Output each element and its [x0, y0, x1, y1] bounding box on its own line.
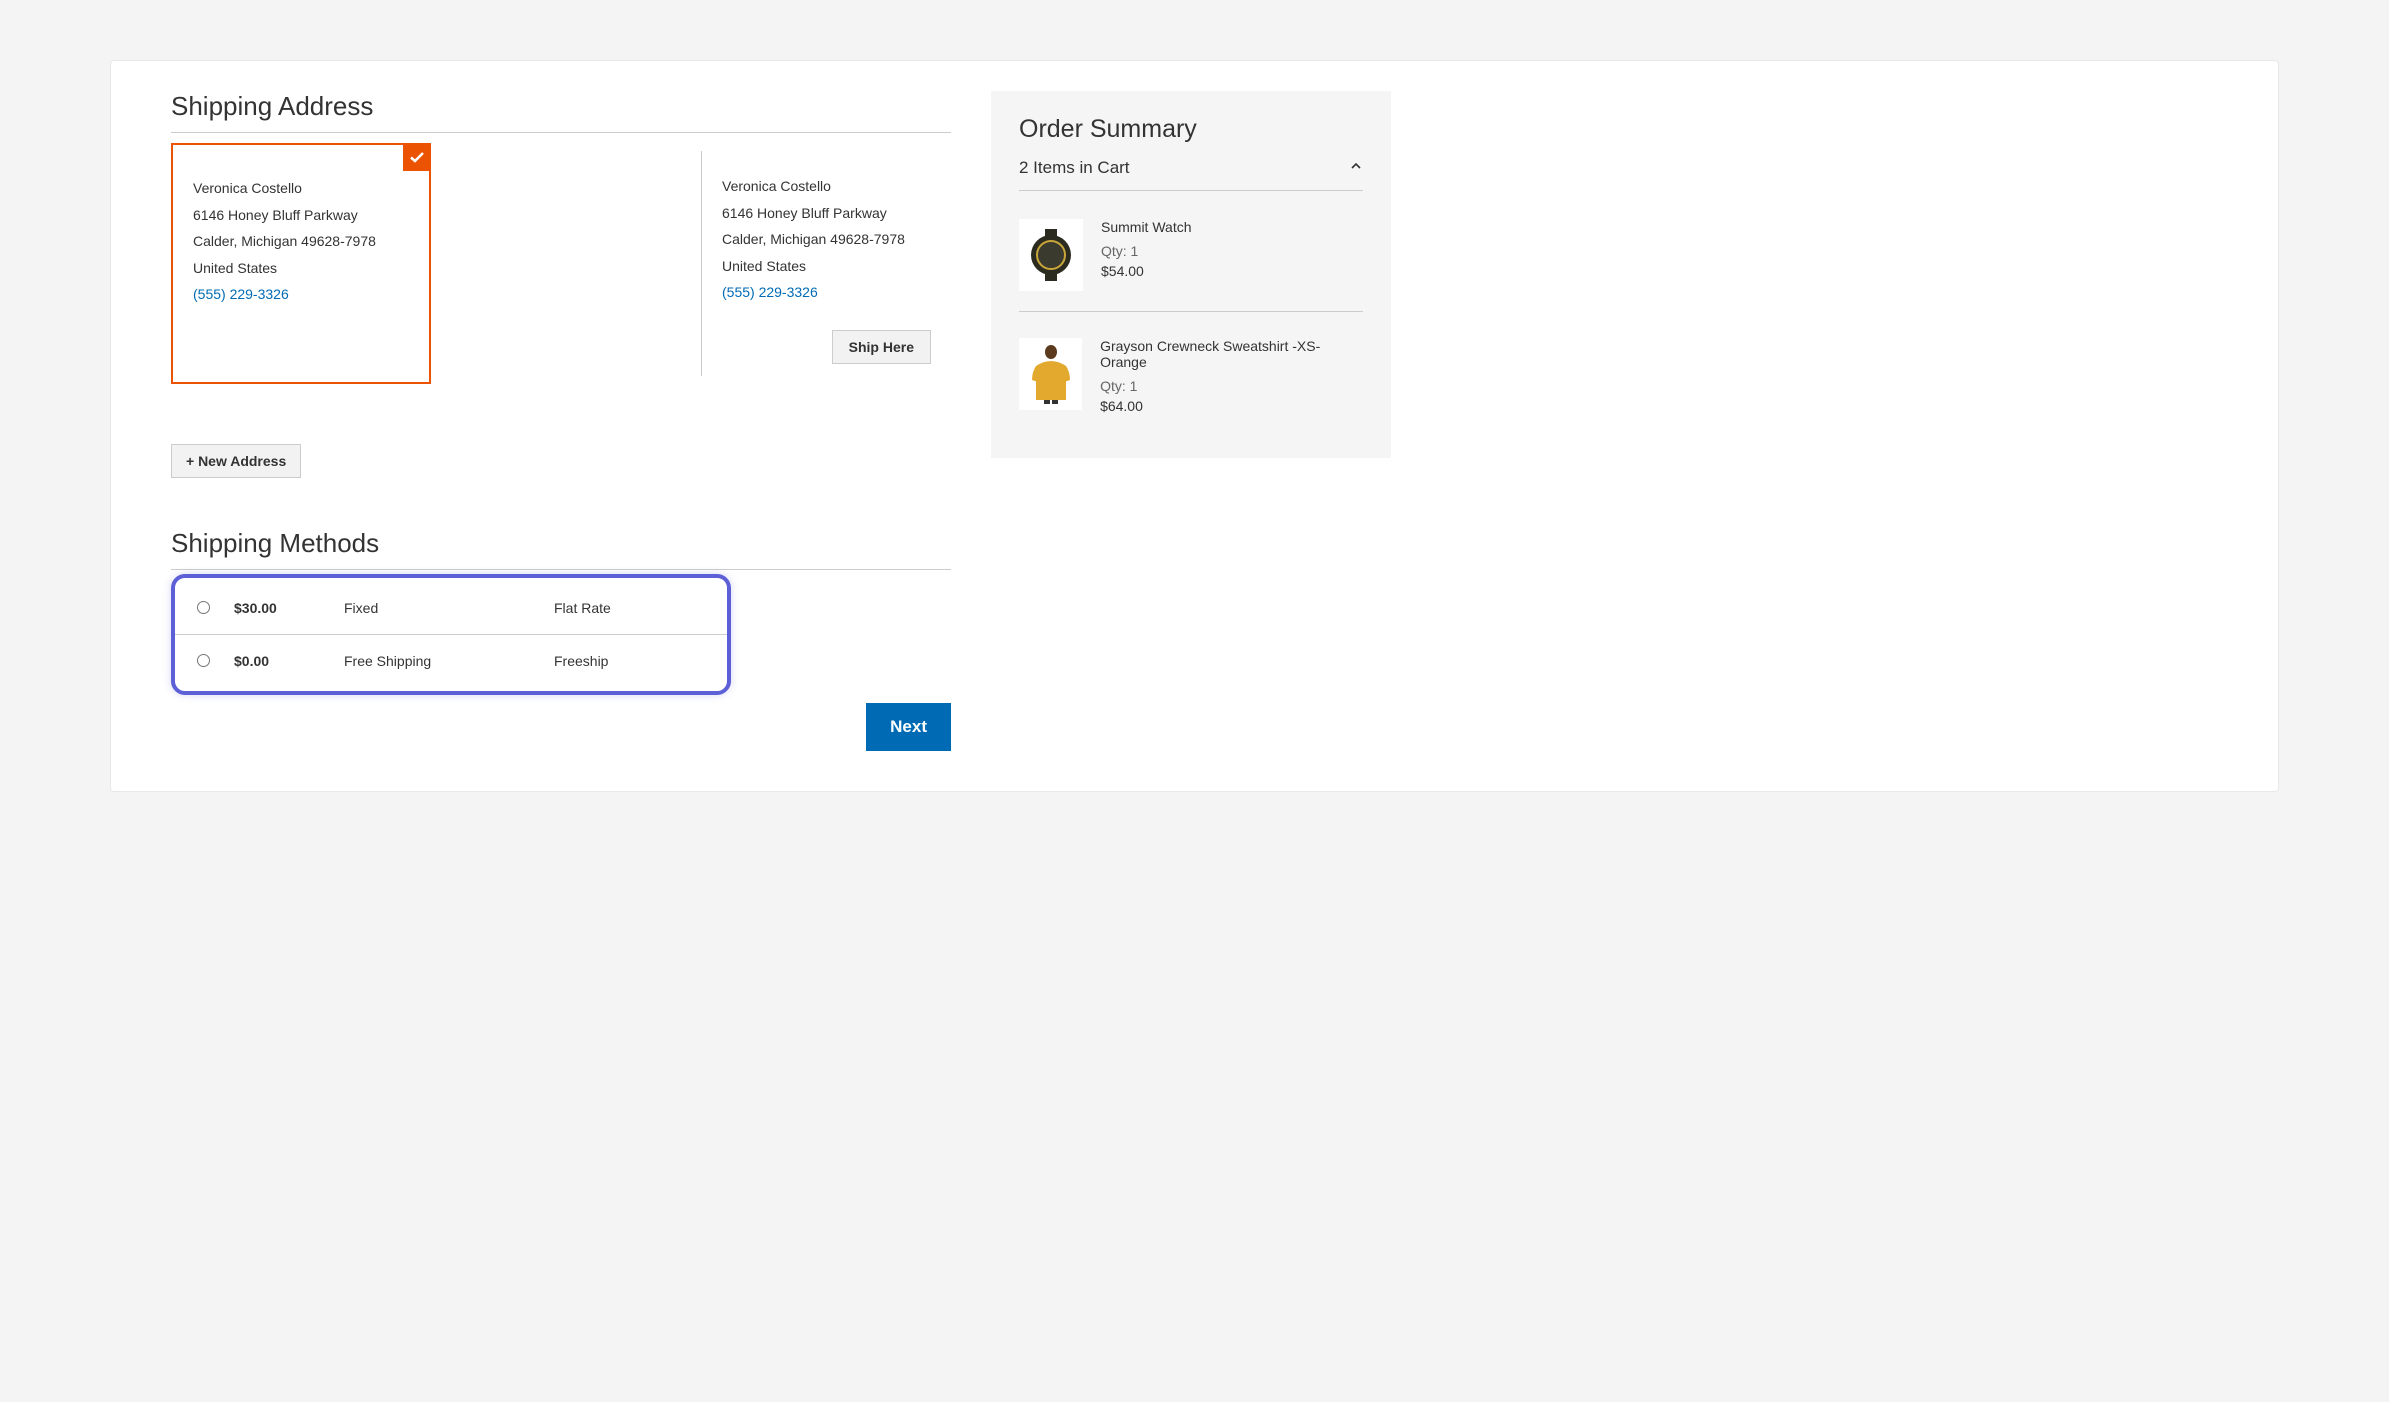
item-price: $64.00	[1100, 398, 1363, 414]
shipping-method-radio[interactable]	[197, 654, 210, 667]
order-summary: Order Summary 2 Items in Cart Summit Wat…	[991, 91, 1391, 458]
address-list: Veronica Costello 6146 Honey Bluff Parkw…	[171, 143, 951, 384]
new-address-button[interactable]: + New Address	[171, 444, 301, 478]
item-thumbnail	[1019, 338, 1082, 410]
checkout-card: Shipping Address Veronica Costello 6146 …	[110, 60, 2279, 792]
next-button[interactable]: Next	[866, 703, 951, 751]
shipping-address-heading: Shipping Address	[171, 91, 951, 133]
method-price: $0.00	[234, 653, 344, 669]
method-price: $30.00	[234, 600, 344, 616]
address-country: United States	[193, 255, 409, 282]
method-carrier: Freeship	[554, 653, 608, 669]
cart-item: Grayson Crewneck Sweatshirt -XS-Orange Q…	[1019, 328, 1363, 434]
address-city: Calder, Michigan 49628-7978	[722, 226, 931, 253]
order-summary-heading: Order Summary	[1019, 115, 1363, 144]
item-thumbnail	[1019, 219, 1083, 291]
selected-check-icon	[403, 143, 431, 171]
shipping-methods-heading: Shipping Methods	[171, 528, 951, 570]
main-column: Shipping Address Veronica Costello 6146 …	[171, 91, 951, 751]
shipping-methods-section: Shipping Methods $30.00 Fixed Flat Rate …	[171, 528, 951, 751]
method-label: Fixed	[344, 600, 554, 616]
shipping-methods-highlight: $30.00 Fixed Flat Rate $0.00 Free Shippi…	[171, 574, 731, 695]
item-qty: Qty: 1	[1100, 378, 1363, 394]
address-phone[interactable]: (555) 229-3326	[193, 286, 289, 302]
item-name: Summit Watch	[1101, 219, 1192, 235]
item-name: Grayson Crewneck Sweatshirt -XS-Orange	[1100, 338, 1363, 370]
address-card-selected[interactable]: Veronica Costello 6146 Honey Bluff Parkw…	[171, 143, 431, 384]
address-phone[interactable]: (555) 229-3326	[722, 284, 818, 300]
cart-count-label: 2 Items in Cart	[1019, 158, 1130, 178]
method-carrier: Flat Rate	[554, 600, 611, 616]
method-label: Free Shipping	[344, 653, 554, 669]
chevron-up-icon	[1349, 158, 1363, 178]
item-qty: Qty: 1	[1101, 243, 1192, 259]
summary-column: Order Summary 2 Items in Cart Summit Wat…	[991, 91, 1391, 751]
address-street: 6146 Honey Bluff Parkway	[193, 202, 409, 229]
address-name: Veronica Costello	[722, 173, 931, 200]
ship-here-button[interactable]: Ship Here	[832, 330, 931, 364]
address-name: Veronica Costello	[193, 175, 409, 202]
address-street: 6146 Honey Bluff Parkway	[722, 200, 931, 227]
shipping-method-radio[interactable]	[197, 601, 210, 614]
shipping-method-option[interactable]: $0.00 Free Shipping Freeship	[175, 635, 727, 687]
address-city: Calder, Michigan 49628-7978	[193, 228, 409, 255]
item-price: $54.00	[1101, 263, 1192, 279]
address-country: United States	[722, 253, 931, 280]
shipping-method-option[interactable]: $30.00 Fixed Flat Rate	[175, 582, 727, 635]
cart-item: Summit Watch Qty: 1 $54.00	[1019, 209, 1363, 312]
address-card[interactable]: Veronica Costello 6146 Honey Bluff Parkw…	[702, 143, 951, 384]
cart-items-toggle[interactable]: 2 Items in Cart	[1019, 158, 1363, 191]
